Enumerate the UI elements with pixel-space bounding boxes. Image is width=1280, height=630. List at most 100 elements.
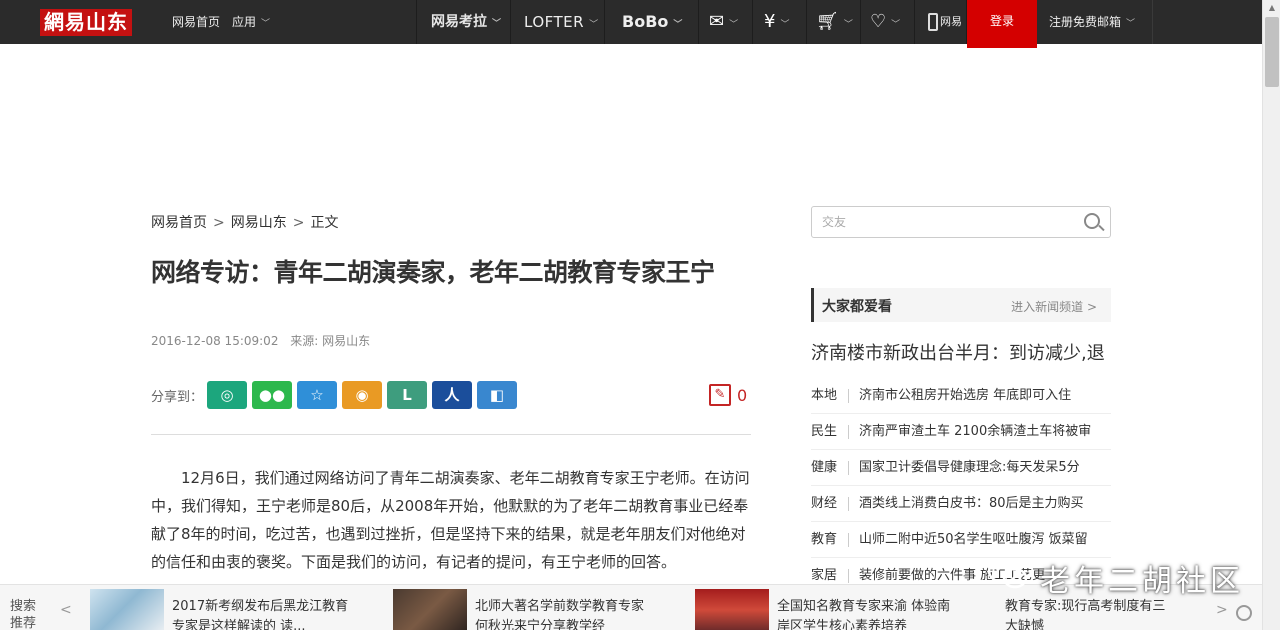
chevron-down-icon: ﹀ [673, 20, 683, 30]
chevron-down-icon: ﹀ [589, 20, 599, 30]
site-logo[interactable]: 網易山东 [40, 9, 132, 36]
nav-lofter-menu[interactable]: LOFTER ﹀ [524, 0, 599, 44]
list-item-category[interactable]: 家居 [811, 569, 849, 583]
nav-kaola-menu[interactable]: 网易考拉 ﹀ [431, 0, 501, 44]
nav-lofter-label: LOFTER [524, 13, 585, 31]
gear-icon[interactable] [1236, 605, 1252, 621]
list-item-title[interactable]: 济南市公租房开始选房 年底即可入住 [859, 378, 1071, 413]
article-paragraph: 12月6日，我们通过网络访问了青年二胡演奏家、老年二胡教育专家王宁老师。在访问中… [151, 469, 750, 571]
chevron-down-icon: ﹀ [1126, 19, 1136, 29]
edit-comment-icon: ✎ [709, 384, 731, 406]
share-qzone-button[interactable]: ◎ [207, 381, 248, 409]
list-item-category[interactable]: 教育 [811, 533, 849, 547]
lofter-icon: L [402, 386, 412, 404]
share-wechat-button[interactable]: ●● [252, 381, 293, 409]
recommend-title[interactable]: 2017新考纲发布后黑龙江教育专家是这样解读的 读... [172, 597, 352, 630]
list-item-category[interactable]: 健康 [811, 461, 849, 475]
chevron-right-icon[interactable]: > [1216, 602, 1228, 618]
divider [416, 0, 417, 44]
comment-count: 0 [737, 385, 748, 405]
comment-button[interactable]: ✎ 0 [709, 381, 747, 409]
nav-mobile-link[interactable]: 网易 [928, 0, 962, 44]
renren-icon: 人 [444, 386, 460, 404]
list-item[interactable]: 民生 济南严审渣土车 2100余辆渣土车将被审 [811, 414, 1111, 450]
cart-icon: 🛒︎ [816, 11, 839, 32]
search-icon[interactable] [1084, 213, 1100, 229]
breadcrumb-channel[interactable]: 网易山东 [231, 215, 287, 231]
nav-apps-menu[interactable]: 应用 ﹀ [232, 0, 270, 44]
top-nav-bar: 網易山东 网易首页 应用 ﹀ 网易考拉 ﹀ LOFTER ﹀ BoBo ﹀ ✉ ﹀ ¥ ﹀ … [0, 0, 1262, 48]
nav-kaola-label: 网易考拉 [431, 14, 487, 30]
chevron-right-icon: > [292, 215, 305, 231]
list-item[interactable]: 教育 山师二附中近50名学生呕吐腹泻 饭菜留 [811, 522, 1111, 558]
nav-bobo-menu[interactable]: BoBo ﹀ [622, 0, 682, 44]
share-yixin-button[interactable]: ◧ [477, 381, 518, 409]
nav-mail-menu[interactable]: ✉ ﹀ [709, 0, 738, 44]
chevron-down-icon: ﹀ [843, 20, 853, 30]
share-lofter-button[interactable]: L [387, 381, 428, 409]
yen-icon: ¥ [764, 11, 776, 32]
article-title: 网络专访：青年二胡演奏家，老年二胡教育专家王宁 [151, 258, 715, 287]
share-favorite-button[interactable]: ☆ [297, 381, 338, 409]
nav-home-link[interactable]: 网易首页 [172, 0, 220, 44]
chevron-down-icon: ﹀ [492, 19, 502, 29]
divider [806, 0, 807, 44]
chevron-down-icon: ﹀ [729, 20, 739, 30]
page-scrollbar[interactable]: ▲ [1262, 0, 1280, 630]
breadcrumb: 网易首页 > 网易山东 > 正文 [151, 212, 338, 232]
share-bar: 分享到： ◎ ●● ☆ ◉ L 人 ◧ [151, 381, 522, 409]
list-item-title[interactable]: 酒类线上消费白皮书：80后是主力购买 [859, 486, 1084, 521]
list-item-category[interactable]: 本地 [811, 389, 849, 403]
list-item-category[interactable]: 民生 [811, 425, 849, 439]
list-item-title[interactable]: 济南严审渣土车 2100余辆渣土车将被审 [859, 414, 1091, 449]
list-item[interactable]: 本地 济南市公租房开始选房 年底即可入住 [811, 378, 1111, 414]
search-input[interactable] [812, 207, 1062, 237]
chevron-down-icon: ﹀ [780, 20, 790, 30]
list-item-category[interactable]: 财经 [811, 497, 849, 511]
scroll-thumb[interactable] [1265, 17, 1279, 87]
heart-icon: ♡ [870, 11, 887, 32]
chevron-down-icon: ﹀ [261, 19, 271, 29]
list-item[interactable]: 健康 国家卫计委倡导健康理念:每天发呆5分 [811, 450, 1111, 486]
recommend-thumbnail[interactable] [90, 589, 164, 630]
chevron-right-icon: > [213, 215, 225, 231]
recommend-label: 搜索推荐 [10, 599, 37, 630]
divider [698, 0, 699, 44]
recommend-thumbnail[interactable] [393, 589, 467, 630]
nav-pay-menu[interactable]: ¥ ﹀ [764, 0, 789, 44]
popular-header: 大家都爱看 进入新闻频道 > [811, 288, 1111, 322]
popular-headline[interactable]: 济南楼市新政出台半月：到访减少,退 [811, 342, 1111, 366]
divider [914, 0, 915, 44]
login-button[interactable]: 登录 [967, 0, 1037, 48]
search-box [811, 206, 1111, 238]
nav-register-menu[interactable]: 注册免费邮箱 ﹀ [1049, 0, 1135, 44]
scroll-up-arrow-icon[interactable]: ▲ [1263, 0, 1280, 16]
divider [1152, 0, 1153, 44]
share-renren-button[interactable]: 人 [432, 381, 473, 409]
list-item[interactable]: 财经 酒类线上消费白皮书：80后是主力购买 [811, 486, 1111, 522]
recommend-title[interactable]: 全国知名教育专家来渝 体验南岸区学生核心素养培养 [777, 597, 957, 630]
watermark: 老年二胡社区 [986, 556, 1244, 600]
news-channel-link[interactable]: 进入新闻频道 > [1011, 298, 1097, 315]
recommend-title[interactable]: 教育专家:现行高考制度有三大缺憾 [1005, 597, 1175, 630]
divider [752, 0, 753, 44]
watermark-text: 老年二胡社区 [1040, 564, 1244, 599]
register-label: 注册免费邮箱 [1049, 15, 1122, 29]
breadcrumb-home[interactable]: 网易首页 [151, 215, 207, 231]
yixin-icon: ◧ [489, 386, 505, 404]
list-item-title[interactable]: 山师二附中近50名学生呕吐腹泻 饭菜留 [859, 522, 1088, 557]
nav-favorite-menu[interactable]: ♡ ﹀ [870, 0, 900, 44]
chevron-left-icon[interactable]: < [60, 602, 72, 618]
phone-icon [928, 13, 938, 31]
qzone-icon: ◎ [220, 386, 234, 404]
nav-cart-menu[interactable]: 🛒︎ ﹀ [816, 0, 853, 44]
list-item-title[interactable]: 国家卫计委倡导健康理念:每天发呆5分 [859, 450, 1080, 485]
star-icon: ☆ [310, 386, 324, 404]
page-root: 網易山东 网易首页 应用 ﹀ 网易考拉 ﹀ LOFTER ﹀ BoBo ﹀ ✉ ﹀ ¥ ﹀ … [0, 0, 1280, 630]
wechat-icon: ●● [258, 386, 286, 404]
recommend-title[interactable]: 北师大著名学前数学教育专家何秋光来宁分享教学经 [475, 597, 655, 630]
divider [604, 0, 605, 44]
share-weibo-button[interactable]: ◉ [342, 381, 383, 409]
article-source[interactable]: 来源: 网易山东 [290, 334, 370, 348]
recommend-thumbnail[interactable] [695, 589, 769, 630]
